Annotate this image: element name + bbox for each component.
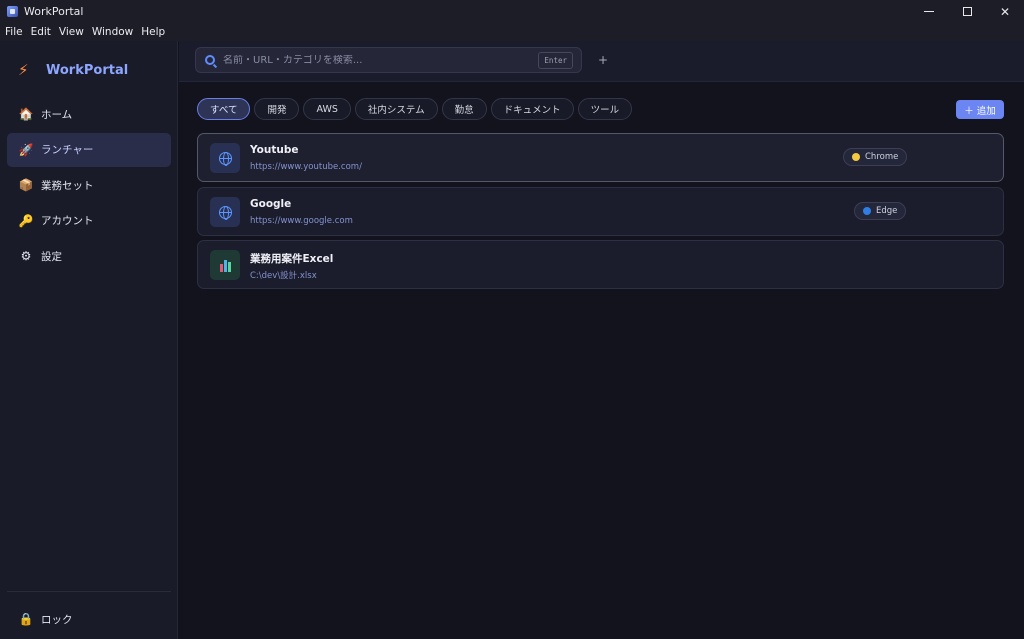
package-icon: 📦 — [18, 178, 34, 192]
menu-window[interactable]: Window — [92, 26, 133, 38]
globe-icon — [218, 151, 232, 166]
browser-label: Chrome — [865, 152, 899, 162]
launcher-title: Youtube — [250, 144, 299, 156]
lightning-icon: ⚡ — [18, 61, 29, 79]
add-button[interactable]: ＋ 追加 — [956, 100, 1004, 119]
launcher-title: Google — [250, 198, 292, 210]
launcher-card[interactable]: Youtube https://www.youtube.com/ Chrome — [197, 133, 1004, 182]
sidebar-item-account[interactable]: 🔑 アカウント — [7, 204, 171, 238]
title-bar: WorkPortal ✕ — [0, 0, 1024, 23]
window-controls: ✕ — [910, 0, 1024, 23]
search-box[interactable]: Enter — [195, 47, 582, 73]
sidebar-nav: 🏠 ホーム 🚀 ランチャー 📦 業務セット 🔑 アカウント ⚙ 設定 — [7, 97, 171, 275]
menu-bar: File Edit View Window Help — [0, 23, 1024, 41]
sidebar-item-business-set[interactable]: 📦 業務セット — [7, 168, 171, 202]
lock-area: 🔒 ロック — [7, 591, 171, 638]
filter-dev[interactable]: 開発 — [254, 98, 300, 120]
gear-icon: ⚙ — [20, 249, 32, 263]
header: Enter + — [179, 41, 1024, 82]
maximize-button[interactable] — [948, 0, 986, 23]
filter-attendance[interactable]: 勤怠 — [441, 98, 487, 120]
menu-view[interactable]: View — [59, 26, 84, 38]
launcher-url: https://www.youtube.com/ — [250, 162, 362, 172]
browser-label: Edge — [876, 206, 898, 216]
filter-tools[interactable]: ツール — [577, 98, 633, 120]
sidebar: ⚡ WorkPortal 🏠 ホーム 🚀 ランチャー 📦 業務セット 🔑 アカウ… — [0, 41, 178, 639]
category-filters: すべて 開発 AWS 社内システム 勤怠 ドキュメント ツール — [197, 98, 636, 120]
browser-badge[interactable]: Chrome — [843, 148, 908, 166]
launcher-icon — [210, 197, 240, 227]
search-icon — [205, 55, 215, 65]
chrome-icon — [852, 153, 860, 161]
sidebar-item-settings[interactable]: ⚙ 設定 — [7, 239, 171, 273]
sidebar-item-label: 設定 — [41, 250, 62, 263]
sidebar-item-launcher[interactable]: 🚀 ランチャー — [7, 132, 171, 167]
sidebar-item-label: アカウント — [41, 215, 94, 227]
brand[interactable]: ⚡ WorkPortal — [18, 61, 128, 79]
minimize-icon — [924, 11, 934, 12]
launcher-title: 業務用案件Excel — [250, 253, 334, 265]
lock-label: ロック — [41, 613, 73, 626]
filter-documents[interactable]: ドキュメント — [490, 98, 574, 120]
maximize-icon — [962, 7, 972, 16]
launcher-path: C:\dev\設計.xlsx — [250, 271, 317, 281]
sidebar-item-label: ランチャー — [41, 144, 94, 156]
rocket-icon: 🚀 — [18, 142, 34, 157]
app-icon — [7, 6, 18, 17]
filter-all[interactable]: すべて — [197, 98, 251, 120]
spreadsheet-icon — [219, 258, 231, 272]
launcher-icon — [210, 250, 240, 280]
lock-icon: 🔒 — [18, 612, 34, 626]
window-title: WorkPortal — [24, 5, 84, 18]
close-button[interactable]: ✕ — [986, 0, 1024, 23]
launcher-url: https://www.google.com — [250, 216, 353, 226]
launcher-card[interactable]: Google https://www.google.com Edge — [197, 187, 1004, 236]
new-tab-button[interactable]: + — [598, 53, 608, 67]
launcher-card[interactable]: 業務用案件Excel C:\dev\設計.xlsx — [197, 240, 1004, 289]
globe-icon — [218, 205, 232, 220]
launcher-icon — [210, 143, 240, 173]
lock-button[interactable]: 🔒 ロック — [7, 602, 171, 636]
house-icon: 🏠 — [18, 107, 34, 121]
filter-internal-systems[interactable]: 社内システム — [354, 98, 438, 120]
enter-key-hint: Enter — [538, 52, 573, 69]
menu-file[interactable]: File — [5, 26, 23, 38]
menu-edit[interactable]: Edit — [31, 26, 51, 38]
brand-label: WorkPortal — [46, 62, 129, 78]
browser-badge[interactable]: Edge — [854, 202, 907, 220]
search-input[interactable] — [223, 54, 523, 66]
sidebar-item-label: 業務セット — [41, 179, 94, 192]
edge-icon — [863, 207, 871, 215]
menu-help[interactable]: Help — [141, 26, 165, 38]
close-icon: ✕ — [999, 4, 1011, 19]
minimize-button[interactable] — [910, 0, 948, 23]
key-icon: 🔑 — [18, 213, 34, 228]
filter-aws[interactable]: AWS — [303, 98, 351, 120]
sidebar-item-label: ホーム — [41, 108, 73, 121]
sidebar-item-home[interactable]: 🏠 ホーム — [7, 97, 171, 131]
